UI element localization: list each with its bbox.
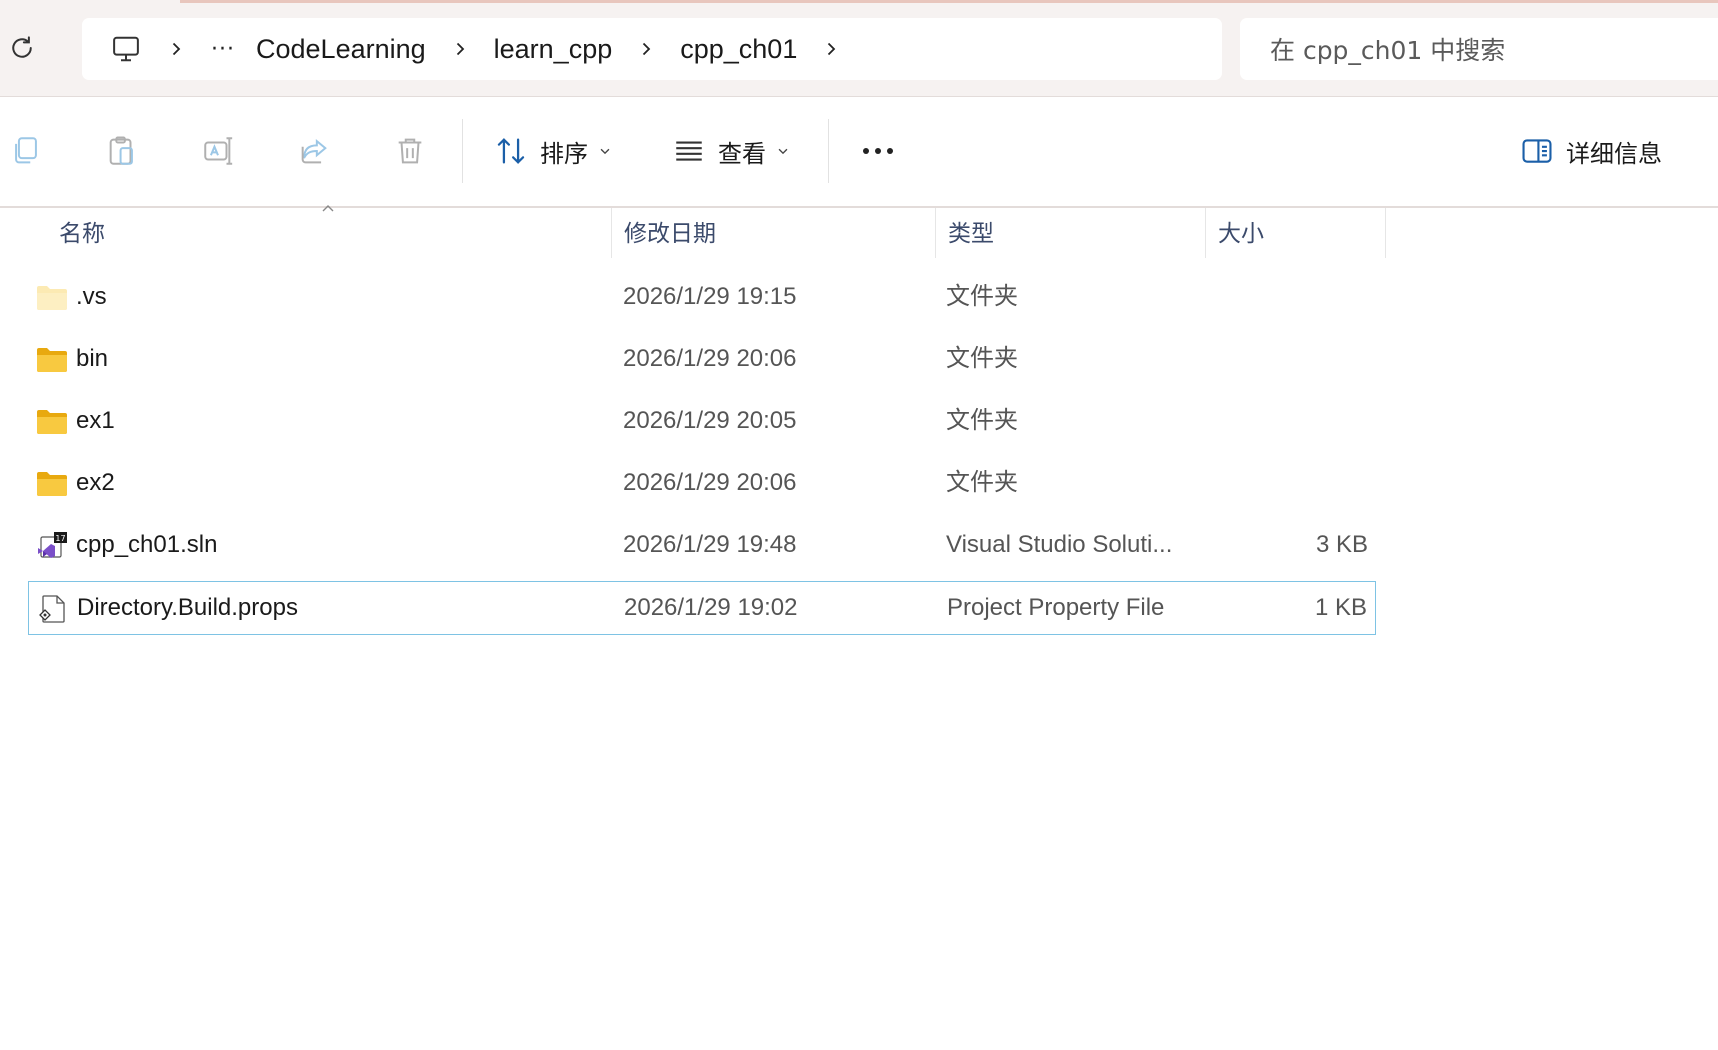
refresh-icon	[12, 36, 32, 58]
file-name: cpp_ch01.sln	[76, 531, 218, 558]
file-row[interactable]: ex1 2026/1/29 20:05 文件夹	[28, 395, 1376, 449]
column-divider[interactable]	[1385, 208, 1386, 258]
visual-studio-solution-icon: 17	[38, 532, 67, 558]
file-row[interactable]: ex2 2026/1/29 20:06 文件夹	[28, 457, 1376, 511]
file-name: ex2	[76, 469, 115, 496]
folder-icon	[37, 410, 67, 434]
list-view-icon	[676, 141, 702, 161]
search-input[interactable]	[1268, 28, 1712, 72]
file-date: 2026/1/29 20:06	[623, 469, 797, 496]
rename-icon	[204, 137, 233, 165]
copy-icon	[15, 137, 37, 164]
file-type: 文件夹	[946, 283, 1018, 310]
command-bar: 排序 查看 详细信息	[0, 97, 1718, 208]
file-date: 2026/1/29 20:05	[623, 407, 797, 434]
file-date: 2026/1/29 20:06	[623, 345, 797, 372]
breadcrumb: ··· CodeLearning learn_cpp cpp_ch01	[82, 18, 1222, 80]
monitor-icon	[113, 36, 139, 62]
file-type: 文件夹	[946, 345, 1018, 372]
search-box	[1240, 18, 1718, 80]
details-pane-button[interactable]: 详细信息	[1520, 127, 1662, 175]
details-pane-icon	[1522, 139, 1552, 163]
property-file-icon	[39, 595, 65, 623]
trash-icon	[398, 138, 422, 164]
column-header-size[interactable]: 大小	[1206, 208, 1388, 260]
breadcrumb-chevron[interactable]	[626, 23, 666, 75]
sort-button[interactable]: 排序	[494, 127, 612, 175]
file-date: 2026/1/29 19:15	[623, 283, 797, 310]
file-size: 3 KB	[1315, 531, 1368, 558]
view-label: 查看	[718, 139, 766, 168]
breadcrumb-overflow-button[interactable]: ···	[200, 23, 246, 75]
file-size: 1 KB	[1314, 594, 1367, 621]
view-button[interactable]: 查看	[672, 127, 790, 175]
chevron-right-icon	[643, 42, 651, 56]
paste-button[interactable]	[98, 127, 146, 175]
file-name: bin	[76, 345, 109, 372]
more-horizontal-icon	[863, 148, 893, 154]
more-options-button[interactable]	[854, 127, 902, 175]
copy-button[interactable]	[2, 127, 50, 175]
file-name: ex1	[76, 407, 115, 434]
breadcrumb-chevron[interactable]	[811, 23, 851, 75]
chevron-right-icon	[172, 42, 181, 56]
this-pc-button[interactable]	[100, 23, 152, 75]
tab-strip-edge	[180, 0, 1718, 3]
chevron-down-icon	[600, 148, 610, 155]
file-type: Visual Studio Soluti...	[946, 531, 1173, 558]
sort-icon	[497, 138, 525, 164]
share-icon	[301, 138, 327, 164]
file-type: Project Property File	[947, 594, 1165, 621]
chevron-right-icon	[828, 42, 836, 56]
file-type: 文件夹	[946, 407, 1018, 434]
file-type: 文件夹	[946, 469, 1018, 496]
breadcrumb-chevron[interactable]	[440, 23, 480, 75]
file-row[interactable]: 17 cpp_ch01.sln 2026/1/29 19:48 Visual S…	[28, 519, 1376, 573]
column-header-type[interactable]: 类型	[936, 208, 1203, 260]
folder-icon	[37, 472, 67, 496]
column-header-name[interactable]: 名称	[47, 208, 609, 260]
file-row[interactable]: .vs 2026/1/29 19:15 文件夹	[28, 271, 1376, 325]
delete-button[interactable]	[386, 127, 434, 175]
column-header-date[interactable]: 修改日期	[612, 208, 934, 260]
toolbar-divider	[462, 119, 463, 183]
file-name: .vs	[76, 283, 107, 310]
chevron-right-icon	[456, 42, 464, 56]
file-date: 2026/1/29 19:48	[623, 531, 797, 558]
share-button[interactable]	[290, 127, 338, 175]
address-bar-region: ··· CodeLearning learn_cpp cpp_ch01	[0, 0, 1718, 97]
toolbar-divider	[828, 119, 829, 183]
file-name: Directory.Build.props	[77, 594, 298, 621]
breadcrumb-item-codelearning[interactable]: CodeLearning	[246, 23, 436, 75]
chevron-down-icon	[778, 148, 788, 155]
sort-label: 排序	[540, 139, 588, 168]
rename-button[interactable]	[194, 127, 242, 175]
breadcrumb-chevron[interactable]	[156, 23, 196, 75]
breadcrumb-item-learn-cpp[interactable]: learn_cpp	[484, 23, 623, 75]
breadcrumb-item-cpp-ch01[interactable]: cpp_ch01	[670, 23, 807, 75]
file-row[interactable]: bin 2026/1/29 20:06 文件夹	[28, 333, 1376, 387]
paste-icon	[109, 136, 133, 165]
file-row-selected[interactable]: Directory.Build.props 2026/1/29 19:02 Pr…	[28, 581, 1376, 635]
details-label: 详细信息	[1566, 139, 1662, 168]
file-date: 2026/1/29 19:02	[624, 594, 798, 621]
svg-text:17: 17	[55, 534, 65, 543]
folder-icon	[37, 348, 67, 372]
folder-hidden-icon	[37, 286, 67, 310]
refresh-button[interactable]	[4, 30, 40, 66]
